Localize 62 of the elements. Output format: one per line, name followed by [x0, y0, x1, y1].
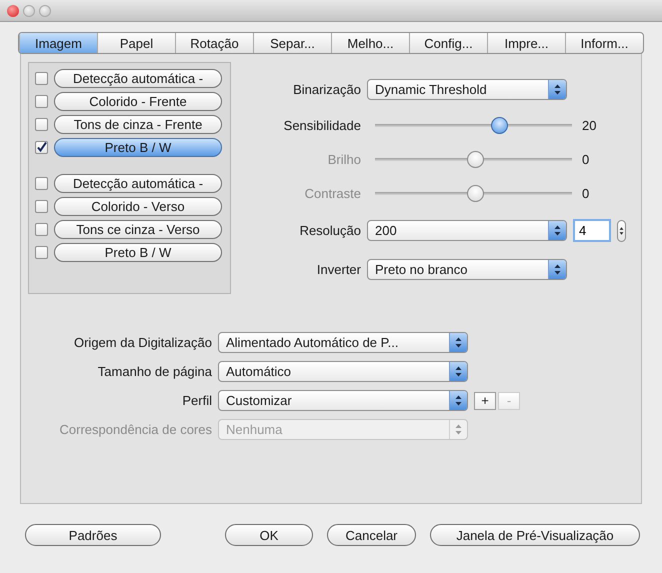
add-button[interactable]: +	[474, 392, 496, 410]
field-label: Inverter	[316, 262, 361, 277]
slider-value: 20	[582, 118, 596, 133]
stepper-arrows-icon	[554, 225, 561, 236]
tab[interactable]: Config...	[409, 33, 487, 53]
scan-mode-button[interactable]: Detecção automática -	[54, 174, 222, 193]
dropdown[interactable]: 200	[367, 220, 567, 241]
slider-value: 0	[582, 186, 590, 201]
tab[interactable]: Imagem	[19, 33, 97, 53]
dropdown[interactable]: Automático	[218, 361, 468, 382]
dropdown[interactable]: Customizar	[218, 390, 468, 411]
number-field[interactable]: 4	[573, 219, 611, 242]
stepper-arrows-icon	[455, 395, 462, 406]
tab[interactable]: Papel	[97, 33, 175, 53]
field-label: Perfil	[181, 393, 212, 408]
stepper-arrows-icon	[455, 366, 462, 377]
dialog-button[interactable]: OK	[225, 524, 313, 546]
checkbox[interactable]	[35, 95, 48, 108]
dropdown[interactable]: Alimentado Automático de P...	[218, 332, 468, 353]
checkbox[interactable]	[35, 177, 48, 190]
checkbox[interactable]	[35, 141, 48, 154]
scan-mode-button[interactable]: Preto B / W	[54, 138, 222, 157]
dialog-button[interactable]: Janela de Pré-Visualização	[430, 524, 640, 546]
tab[interactable]: Melho...	[331, 33, 409, 53]
field-label: Binarização	[292, 82, 361, 97]
tab[interactable]: Separ...	[253, 33, 331, 53]
checkmark-icon	[36, 142, 47, 153]
minimize-icon[interactable]	[23, 4, 35, 16]
checkbox[interactable]	[35, 223, 48, 236]
stepper-icon[interactable]	[617, 220, 626, 242]
stepper-arrows-icon	[554, 264, 561, 275]
field-label: Tamanho de página	[96, 364, 212, 379]
scan-mode-button[interactable]: Detecção automática -	[54, 69, 222, 88]
scan-mode-button[interactable]: Colorido - Frente	[54, 92, 222, 111]
slider-thumb[interactable]	[491, 117, 508, 134]
scan-mode-button[interactable]: Tons ce cinza - Verso	[54, 220, 222, 239]
scan-mode-button[interactable]: Preto B / W	[54, 243, 222, 262]
stepper-arrows-icon	[455, 337, 462, 348]
checkbox[interactable]	[35, 200, 48, 213]
scan-mode-button[interactable]: Tons de cinza - Frente	[54, 115, 222, 134]
dropdown[interactable]: Preto no branco	[367, 259, 567, 280]
tab[interactable]: Impre...	[487, 33, 565, 53]
slider-value: 0	[582, 152, 590, 167]
dialog-button[interactable]: Padrões	[25, 524, 161, 546]
dialog-button[interactable]: Cancelar	[327, 524, 416, 546]
slider-label: Sensibilidade	[282, 118, 361, 133]
field-label: Origem da Digitalização	[72, 335, 212, 350]
scan-mode-button[interactable]: Colorido - Verso	[54, 197, 222, 216]
checkbox[interactable]	[35, 246, 48, 259]
close-icon[interactable]	[7, 4, 19, 16]
slider-label: Brilho	[326, 152, 361, 167]
slider-label: Contraste	[304, 186, 361, 201]
stepper-arrows-icon	[554, 84, 561, 95]
stepper-arrows-icon	[455, 424, 462, 435]
tab[interactable]: Inform...	[565, 33, 643, 53]
field-label: Correspondência de cores	[58, 422, 212, 437]
tab[interactable]: Rotação	[175, 33, 253, 53]
checkbox[interactable]	[35, 118, 48, 131]
dropdown[interactable]: Dynamic Threshold	[367, 79, 567, 100]
checkbox[interactable]	[35, 72, 48, 85]
field-label: Resolução	[298, 223, 361, 238]
zoom-icon[interactable]	[39, 4, 51, 16]
